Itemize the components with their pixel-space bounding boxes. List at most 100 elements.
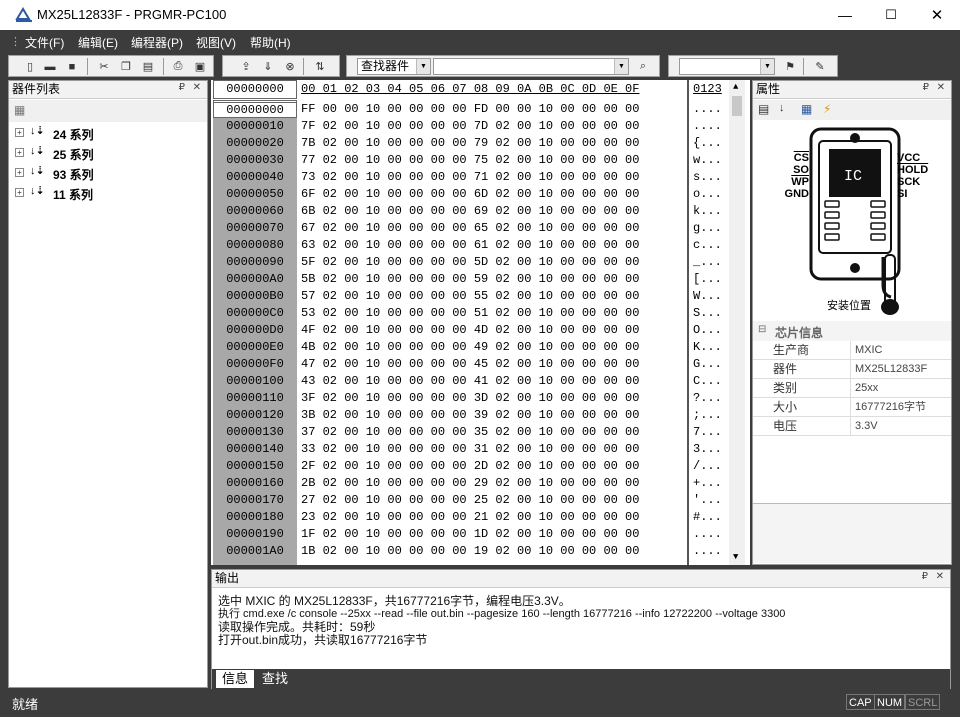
open-folder-icon[interactable]: ▬ bbox=[41, 58, 59, 75]
hex-row[interactable]: 6B 02 00 10 00 00 00 00 69 02 00 10 00 0… bbox=[301, 204, 639, 218]
hex-row[interactable]: 4B 02 00 10 00 00 00 00 49 02 00 10 00 0… bbox=[301, 340, 639, 354]
hex-row[interactable]: 43 02 00 10 00 00 00 00 41 02 00 10 00 0… bbox=[301, 374, 639, 388]
hex-row[interactable]: 3F 02 00 10 00 00 00 00 3D 02 00 10 00 0… bbox=[301, 391, 639, 405]
hex-row[interactable]: 7B 02 00 10 00 00 00 00 79 02 00 10 00 0… bbox=[301, 136, 639, 150]
pin-icon[interactable]: ₽ bbox=[923, 82, 929, 93]
vertical-scrollbar[interactable]: ▲ ▼ bbox=[729, 80, 745, 565]
hex-row[interactable]: 1F 02 00 10 00 00 00 00 1D 02 00 10 00 0… bbox=[301, 527, 639, 541]
hex-row[interactable]: 6F 02 00 10 00 00 00 00 6D 02 00 10 00 0… bbox=[301, 187, 639, 201]
ascii-row[interactable]: W... bbox=[693, 289, 722, 303]
menu-view[interactable]: 视图(V) bbox=[196, 34, 236, 51]
hex-row[interactable]: 5B 02 00 10 00 00 00 00 59 02 00 10 00 0… bbox=[301, 272, 639, 286]
panel-close-icon[interactable]: ✕ bbox=[193, 82, 201, 93]
hex-row[interactable]: 37 02 00 10 00 00 00 00 35 02 00 10 00 0… bbox=[301, 425, 639, 439]
ascii-row[interactable]: ;... bbox=[693, 408, 722, 422]
chevron-down-icon[interactable]: ▼ bbox=[416, 59, 430, 74]
hex-row[interactable]: 2F 02 00 10 00 00 00 00 2D 02 00 10 00 0… bbox=[301, 459, 639, 473]
search-input[interactable]: ▼ bbox=[433, 58, 629, 75]
chip-info-section[interactable]: ⊟ 芯片信息 bbox=[753, 321, 951, 341]
save-icon[interactable]: ■ bbox=[63, 58, 81, 75]
expand-icon[interactable]: + bbox=[15, 148, 24, 157]
cut-icon[interactable]: ✂ bbox=[95, 58, 113, 75]
hex-row[interactable]: 53 02 00 10 00 00 00 00 51 02 00 10 00 0… bbox=[301, 306, 639, 320]
properties-icon[interactable]: ▣ bbox=[191, 58, 209, 75]
expand-icon[interactable]: + bbox=[15, 188, 24, 197]
hex-row[interactable]: 2B 02 00 10 00 00 00 00 29 02 00 10 00 0… bbox=[301, 476, 639, 490]
property-row[interactable]: 大小 16777216字节 bbox=[753, 398, 951, 417]
property-row[interactable]: 类别 25xx bbox=[753, 379, 951, 398]
ascii-row[interactable]: {... bbox=[693, 136, 722, 150]
ascii-row[interactable]: G... bbox=[693, 357, 722, 371]
download-icon[interactable]: ⇓ bbox=[259, 58, 277, 75]
panel-close-icon[interactable]: ✕ bbox=[936, 571, 944, 582]
hex-row[interactable]: 63 02 00 10 00 00 00 00 61 02 00 10 00 0… bbox=[301, 238, 639, 252]
categorize-icon[interactable]: ▤ bbox=[758, 102, 769, 116]
menu-edit[interactable]: 编辑(E) bbox=[78, 34, 118, 51]
paste-icon[interactable]: ▤ bbox=[139, 58, 157, 75]
scroll-up-icon[interactable]: ▲ bbox=[733, 82, 738, 92]
maximize-button[interactable]: ☐ bbox=[868, 0, 914, 30]
stop-icon[interactable]: ⊗ bbox=[281, 58, 299, 75]
hex-row[interactable]: 67 02 00 10 00 00 00 00 65 02 00 10 00 0… bbox=[301, 221, 639, 235]
menu-help[interactable]: 帮助(H) bbox=[250, 34, 291, 51]
expand-icon[interactable]: + bbox=[15, 168, 24, 177]
scroll-down-icon[interactable]: ▼ bbox=[733, 552, 738, 562]
ascii-column[interactable]: 0123 ........ {... w... s... o... k... g... c..… bbox=[687, 80, 729, 565]
search-icon[interactable]: ⌕ bbox=[634, 58, 652, 75]
property-row[interactable]: 电压 3.3V bbox=[753, 417, 951, 436]
ascii-row[interactable]: /... bbox=[693, 459, 722, 473]
ascii-row[interactable]: .... bbox=[693, 119, 722, 133]
ascii-row[interactable]: .... bbox=[693, 102, 722, 116]
collapse-icon[interactable]: ⊟ bbox=[758, 324, 766, 335]
hex-row[interactable]: 23 02 00 10 00 00 00 00 21 02 00 10 00 0… bbox=[301, 510, 639, 524]
ascii-row[interactable]: 7... bbox=[693, 425, 722, 439]
hex-row[interactable]: 47 02 00 10 00 00 00 00 45 02 00 10 00 0… bbox=[301, 357, 639, 371]
ascii-row[interactable]: 3... bbox=[693, 442, 722, 456]
tab-search[interactable]: 查找 bbox=[256, 670, 294, 688]
chevron-down-icon[interactable]: ▼ bbox=[614, 59, 628, 74]
ascii-row[interactable]: .... bbox=[693, 527, 722, 541]
property-row[interactable]: 生产商 MXIC bbox=[753, 341, 951, 360]
menu-programmer[interactable]: 编程器(P) bbox=[131, 34, 183, 51]
hex-row[interactable]: 4F 02 00 10 00 00 00 00 4D 02 00 10 00 0… bbox=[301, 323, 639, 337]
hex-editor[interactable]: 00000000 00000000 0000000000000010000000… bbox=[211, 80, 750, 565]
hex-row[interactable]: 7F 02 00 10 00 00 00 00 7D 02 00 10 00 0… bbox=[301, 119, 639, 133]
ascii-row[interactable]: +... bbox=[693, 476, 722, 490]
ascii-row[interactable]: [... bbox=[693, 272, 722, 286]
search-type-combo[interactable]: 查找器件 ▼ bbox=[357, 58, 431, 75]
secondary-combo[interactable]: ▼ bbox=[679, 58, 775, 75]
chevron-down-icon[interactable]: ▼ bbox=[760, 59, 774, 74]
ascii-row[interactable]: #... bbox=[693, 510, 722, 524]
pin-icon[interactable]: ₽ bbox=[922, 571, 928, 582]
property-row[interactable]: 器件 MX25L12833F bbox=[753, 360, 951, 379]
ascii-row[interactable]: S... bbox=[693, 306, 722, 320]
menu-file[interactable]: 文件(F) bbox=[25, 34, 64, 51]
ascii-row[interactable]: O... bbox=[693, 323, 722, 337]
panel-close-icon[interactable]: ✕ bbox=[937, 82, 945, 93]
ascii-row[interactable]: c... bbox=[693, 238, 722, 252]
ascii-row[interactable]: K... bbox=[693, 340, 722, 354]
address-input[interactable]: 00000000 bbox=[213, 80, 297, 99]
close-button[interactable]: ✕ bbox=[914, 0, 960, 30]
hex-row[interactable]: 3B 02 00 10 00 00 00 00 39 02 00 10 00 0… bbox=[301, 408, 639, 422]
new-file-icon[interactable]: ▯ bbox=[21, 58, 39, 75]
hex-row[interactable]: FF 00 00 10 00 00 00 00 FD 00 00 10 00 0… bbox=[301, 102, 639, 116]
hex-row[interactable]: 33 02 00 10 00 00 00 00 31 02 00 10 00 0… bbox=[301, 442, 639, 456]
ascii-row[interactable]: '... bbox=[693, 493, 722, 507]
ascii-row[interactable]: g... bbox=[693, 221, 722, 235]
property-pages-icon[interactable]: ▦ bbox=[801, 102, 812, 116]
ascii-row[interactable]: C... bbox=[693, 374, 722, 388]
ascii-row[interactable]: s... bbox=[693, 170, 722, 184]
hex-row[interactable]: 27 02 00 10 00 00 00 00 25 02 00 10 00 0… bbox=[301, 493, 639, 507]
run-icon[interactable]: ⚑ bbox=[781, 58, 799, 75]
ascii-row[interactable]: k... bbox=[693, 204, 722, 218]
sort-az-icon[interactable]: ↓ bbox=[779, 102, 785, 114]
ascii-row[interactable]: .... bbox=[693, 544, 722, 558]
minimize-button[interactable]: — bbox=[822, 0, 868, 30]
scroll-thumb[interactable] bbox=[732, 96, 742, 116]
hex-row[interactable]: 73 02 00 10 00 00 00 00 71 02 00 10 00 0… bbox=[301, 170, 639, 184]
print-icon[interactable]: ⎙ bbox=[169, 58, 187, 75]
hex-row[interactable]: 5F 02 00 10 00 00 00 00 5D 02 00 10 00 0… bbox=[301, 255, 639, 269]
ascii-row[interactable]: _... bbox=[693, 255, 722, 269]
upload-icon[interactable]: ⇪ bbox=[237, 58, 255, 75]
